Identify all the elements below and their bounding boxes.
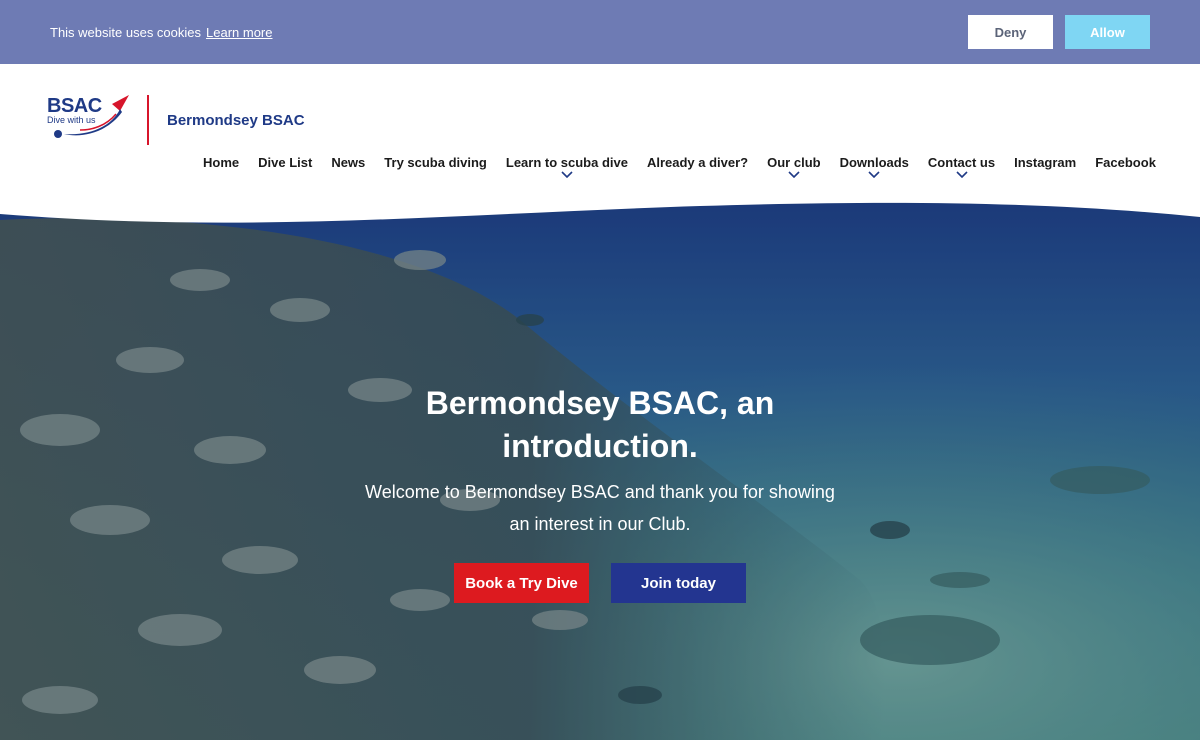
hero-subtitle-line2: an interest in our Club. — [509, 514, 691, 534]
nav-label: Instagram — [1014, 155, 1077, 170]
nav-label: Home — [203, 155, 240, 170]
hero-section: Bermondsey BSAC, an introduction. Welcom… — [0, 200, 1200, 740]
nav-item-our-club[interactable]: Our club — [767, 155, 821, 178]
svg-text:BSAC: BSAC — [47, 95, 102, 117]
hero-subtitle-line1: Welcome to Bermondsey BSAC and thank you… — [365, 482, 835, 502]
nav-label: Already a diver? — [646, 155, 749, 170]
chevron-down-icon — [868, 171, 880, 178]
bsac-logo[interactable]: BSAC Dive with us — [46, 92, 134, 148]
underwater-hero-image — [0, 200, 1200, 740]
cookie-banner: This website uses cookies Learn more Den… — [0, 0, 1200, 64]
nav-label: Learn to scuba dive — [505, 155, 628, 170]
nav-label: Our club — [767, 155, 821, 170]
nav-label: News — [331, 155, 366, 170]
nav-label: Try scuba diving — [384, 155, 487, 170]
site-name[interactable]: Bermondsey BSAC — [167, 112, 305, 129]
hero-title-line2: introduction. — [502, 428, 698, 464]
allow-cookies-button[interactable]: Allow — [1065, 15, 1150, 49]
hero-title-line1: Bermondsey BSAC, an — [425, 385, 775, 421]
site-header: BSAC Dive with us Bermondsey BSAC Home D… — [0, 64, 1200, 214]
join-today-button[interactable]: Join today — [611, 563, 746, 603]
nav-item-learn-to-scuba-dive[interactable]: Learn to scuba dive — [505, 155, 628, 178]
nav-item-home[interactable]: Home — [203, 155, 239, 170]
deny-cookies-button[interactable]: Deny — [968, 15, 1053, 49]
nav-item-downloads[interactable]: Downloads — [839, 155, 909, 178]
learn-more-link[interactable]: Learn more — [206, 25, 272, 40]
main-nav: Home Dive List News Try scuba diving Lea… — [203, 155, 1156, 178]
hero-title: Bermondsey BSAC, an introduction. — [350, 382, 850, 468]
nav-label: Facebook — [1095, 155, 1156, 170]
nav-item-facebook[interactable]: Facebook — [1095, 155, 1156, 170]
logo-divider — [147, 95, 149, 145]
book-try-dive-button[interactable]: Book a Try Dive — [454, 563, 589, 603]
nav-item-try-scuba-diving[interactable]: Try scuba diving — [384, 155, 487, 170]
nav-item-dive-list[interactable]: Dive List — [258, 155, 312, 170]
chevron-down-icon — [788, 171, 800, 178]
chevron-down-icon — [955, 171, 968, 178]
hero-subtitle: Welcome to Bermondsey BSAC and thank you… — [340, 476, 860, 540]
nav-label: Contact us — [927, 155, 996, 170]
nav-item-news[interactable]: News — [331, 155, 365, 170]
cookie-message: This website uses cookies — [50, 24, 202, 40]
nav-label: Downloads — [839, 155, 909, 170]
nav-item-contact-us[interactable]: Contact us — [927, 155, 996, 178]
wave-divider — [0, 200, 1200, 223]
nav-item-already-a-diver[interactable]: Already a diver? — [647, 155, 748, 170]
nav-item-instagram[interactable]: Instagram — [1014, 155, 1076, 170]
chevron-down-icon — [561, 171, 573, 178]
svg-text:Dive with us: Dive with us — [47, 115, 96, 125]
nav-label: Dive List — [258, 155, 313, 170]
